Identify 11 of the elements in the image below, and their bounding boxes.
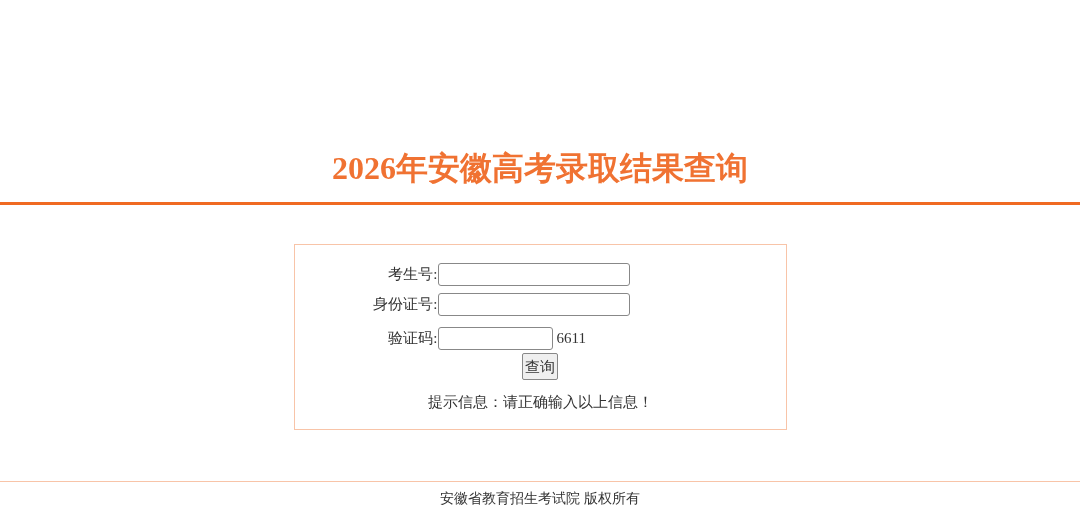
captcha-code: 6611 <box>556 329 586 349</box>
input-field[interactable] <box>437 263 630 286</box>
field-label: 身份证号: <box>372 295 438 315</box>
captcha-field[interactable] <box>437 327 553 350</box>
hint-message: 提示信息：请正确输入以上信息！ <box>427 393 653 412</box>
field-label: 考生号: <box>387 265 438 285</box>
input-field[interactable] <box>437 293 630 316</box>
copyright-footer: 安徽省教育招生考试院 版权所有 <box>440 488 640 509</box>
query-button[interactable]: 查询 <box>522 353 558 380</box>
page-title: 2026年安徽高考录取结果查询 <box>332 149 748 188</box>
field-label: 验证码: <box>387 329 438 349</box>
